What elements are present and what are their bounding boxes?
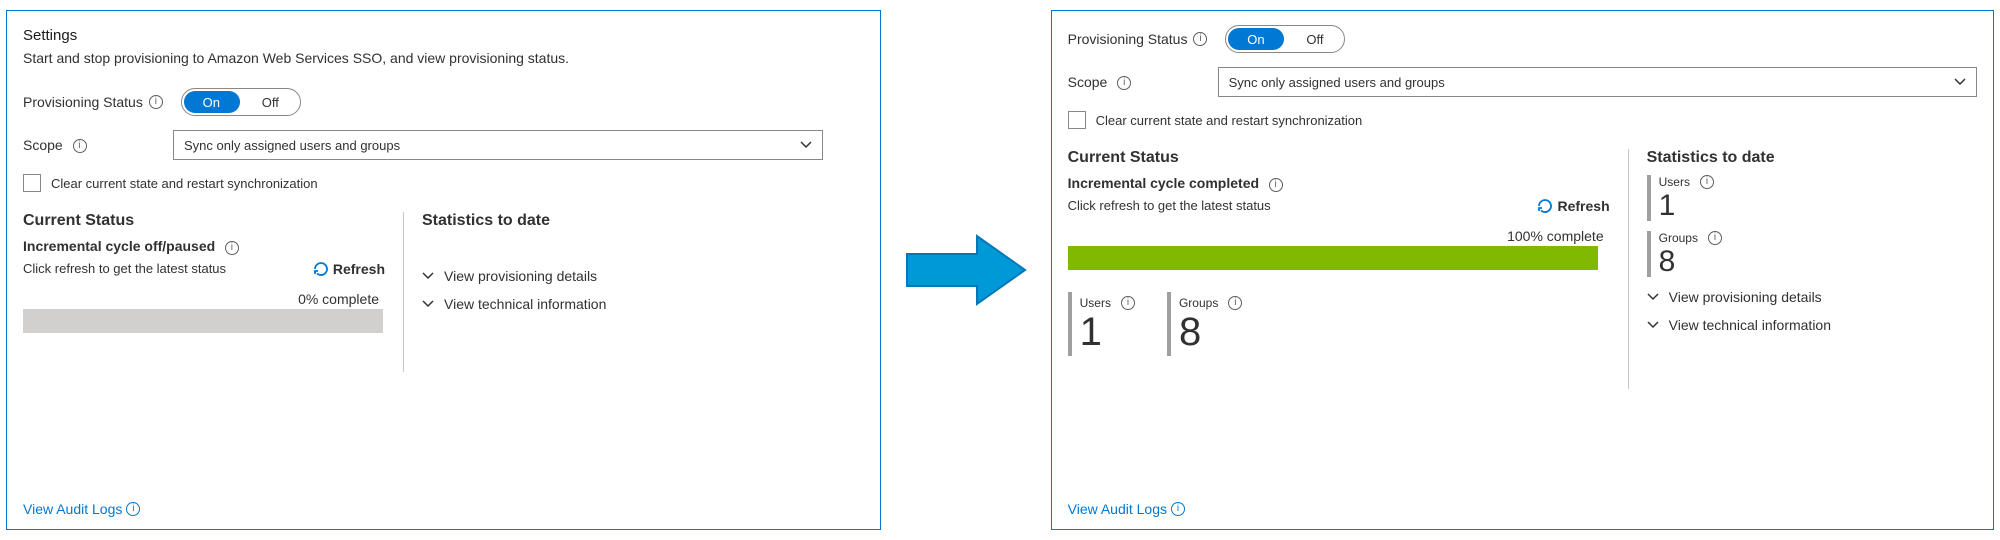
stat-users-label: Users i [1659, 175, 1714, 189]
provisioning-status-row: Provisioning Status i On Off [1068, 25, 1977, 53]
provisioning-status-label: Provisioning Status [1068, 31, 1188, 47]
refresh-button[interactable]: Refresh [313, 261, 385, 277]
info-icon[interactable]: i [1228, 296, 1242, 310]
chevron-down-icon [1647, 291, 1659, 303]
stat-groups-label: Groups i [1179, 296, 1242, 310]
stat-groups-value: 8 [1179, 312, 1242, 352]
transition-arrow-icon [901, 228, 1031, 312]
progress-label: 100% complete [1068, 228, 1604, 244]
inline-stats: Users i 1 Groups i 8 [1068, 286, 1610, 366]
chevron-down-icon [422, 298, 434, 310]
view-audit-logs-link[interactable]: View Audit Logs i [23, 501, 864, 517]
progress-fill [1068, 246, 1598, 270]
chevron-down-icon [1647, 319, 1659, 331]
info-icon[interactable]: i [73, 139, 87, 153]
status-line: Incremental cycle completed i [1068, 175, 1610, 192]
statistics-heading: Statistics to date [422, 212, 864, 230]
clear-state-label: Clear current state and restart synchron… [51, 176, 318, 191]
stat-bar [1167, 292, 1171, 356]
scope-row: Scope i Sync only assigned users and gro… [23, 130, 864, 160]
stat-groups-label: Groups i [1659, 231, 1722, 245]
info-icon[interactable]: i [1700, 175, 1714, 189]
stat-groups: Groups i 8 [1167, 292, 1242, 356]
scope-select[interactable]: Sync only assigned users and groups [173, 130, 823, 160]
view-audit-logs-link[interactable]: View Audit Logs i [1068, 501, 1977, 517]
progress-label: 0% complete [23, 291, 379, 307]
column-divider [403, 212, 404, 372]
stat-groups: Groups i 8 [1647, 231, 1977, 277]
refresh-button[interactable]: Refresh [1537, 198, 1609, 214]
view-provisioning-details[interactable]: View provisioning details [422, 268, 864, 284]
stat-users-label: Users i [1080, 296, 1135, 310]
statistics-column: Statistics to date View provisioning det… [422, 212, 864, 501]
clear-state-row: Clear current state and restart synchron… [1068, 111, 1977, 129]
provisioning-toggle[interactable]: On Off [181, 88, 301, 116]
scope-select[interactable]: Sync only assigned users and groups [1218, 67, 1977, 97]
stat-users: Users i 1 [1068, 292, 1135, 356]
page-title: Settings [23, 27, 864, 44]
stat-bar [1647, 231, 1651, 277]
chevron-down-icon [1954, 76, 1966, 88]
refresh-icon [1537, 198, 1553, 214]
status-columns: Current Status Incremental cycle complet… [1068, 149, 1977, 501]
toggle-off-label: Off [1285, 32, 1344, 47]
info-icon[interactable]: i [1269, 178, 1283, 192]
refresh-hint: Click refresh to get the latest status [23, 261, 226, 276]
provisioning-toggle[interactable]: On Off [1225, 25, 1345, 53]
stat-bar [1647, 175, 1651, 221]
info-icon[interactable]: i [1708, 231, 1722, 245]
stat-users: Users i 1 [1647, 175, 1977, 221]
provisioning-status-label: Provisioning Status [23, 94, 143, 110]
column-divider [1628, 149, 1629, 389]
info-icon[interactable]: i [1121, 296, 1135, 310]
toggle-on-label: On [1226, 32, 1285, 47]
current-status-column: Current Status Incremental cycle complet… [1068, 149, 1628, 501]
clear-state-row: Clear current state and restart synchron… [23, 174, 864, 192]
stat-users-value: 1 [1659, 191, 1714, 221]
view-technical-information[interactable]: View technical information [1647, 317, 1977, 333]
info-icon[interactable]: i [1193, 32, 1207, 46]
statistics-column: Statistics to date Users i 1 Groups i [1647, 149, 1977, 501]
current-status-column: Current Status Incremental cycle off/pau… [23, 212, 403, 501]
settings-panel-before: Settings Start and stop provisioning to … [6, 10, 881, 530]
current-status-heading: Current Status [23, 212, 385, 230]
statistics-heading: Statistics to date [1647, 149, 1977, 167]
stat-users-value: 1 [1080, 312, 1135, 352]
info-icon[interactable]: i [149, 95, 163, 109]
info-icon[interactable]: i [225, 241, 239, 255]
view-technical-information[interactable]: View technical information [422, 296, 864, 312]
refresh-icon [313, 261, 329, 277]
view-provisioning-details[interactable]: View provisioning details [1647, 289, 1977, 305]
progress-bar [23, 309, 383, 333]
toggle-on-label: On [182, 95, 241, 110]
progress-bar [1068, 246, 1598, 270]
provisioning-status-row: Provisioning Status i On Off [23, 88, 864, 116]
stat-bar [1068, 292, 1072, 356]
current-status-heading: Current Status [1068, 149, 1610, 167]
chevron-down-icon [800, 139, 812, 151]
page-subtitle: Start and stop provisioning to Amazon We… [23, 50, 864, 66]
refresh-row: Click refresh to get the latest status R… [23, 261, 385, 277]
toggle-off-label: Off [241, 95, 300, 110]
refresh-row: Click refresh to get the latest status R… [1068, 198, 1610, 214]
status-line: Incremental cycle off/paused i [23, 238, 385, 255]
scope-label: Scope i [23, 137, 173, 153]
refresh-hint: Click refresh to get the latest status [1068, 198, 1271, 213]
clear-state-label: Clear current state and restart synchron… [1096, 113, 1363, 128]
chevron-down-icon [422, 270, 434, 282]
info-icon[interactable]: i [1171, 502, 1185, 516]
scope-selected-value: Sync only assigned users and groups [1229, 75, 1445, 90]
scope-label: Scope i [1068, 74, 1218, 90]
scope-row: Scope i Sync only assigned users and gro… [1068, 67, 1977, 97]
info-icon[interactable]: i [1117, 76, 1131, 90]
scope-selected-value: Sync only assigned users and groups [184, 138, 400, 153]
status-columns: Current Status Incremental cycle off/pau… [23, 212, 864, 501]
clear-state-checkbox[interactable] [23, 174, 41, 192]
settings-panel-after: Provisioning Status i On Off Scope i Syn… [1051, 10, 1994, 530]
clear-state-checkbox[interactable] [1068, 111, 1086, 129]
stat-groups-value: 8 [1659, 247, 1722, 277]
info-icon[interactable]: i [126, 502, 140, 516]
